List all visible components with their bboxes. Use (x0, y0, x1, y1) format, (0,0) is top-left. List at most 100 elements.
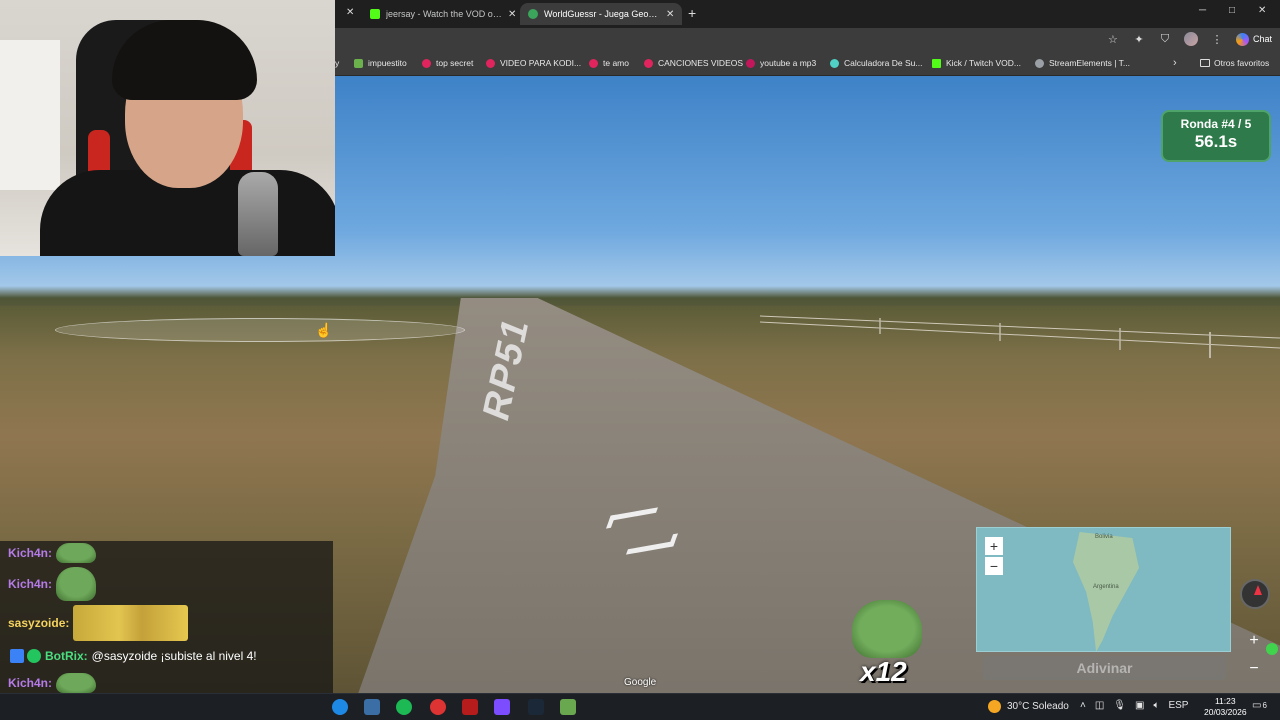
network-icon[interactable]: ◫ (1095, 700, 1104, 711)
volume-icon[interactable]: 🔈︎ (1153, 700, 1159, 711)
chat-text: @sasyzoide ¡subiste al nivel 4! (91, 649, 257, 663)
windows-taskbar: 30°C Soleado ˄ ◫ 🎙︎ ▣ 🔈︎ ESP 11:23 20/03… (0, 693, 1280, 720)
map-zoom-out-button[interactable]: − (985, 557, 1003, 575)
guess-button[interactable]: Adivinar (983, 656, 1226, 680)
new-tab-button[interactable]: + (688, 5, 696, 21)
bookmark-item[interactable]: Calculadora De Su... (830, 58, 922, 68)
close-window-button[interactable]: ✕ (1258, 5, 1266, 16)
weather-text: 30°C Soleado (1007, 701, 1069, 712)
bookmark-label: Calculadora De Su... (844, 58, 923, 68)
bookmark-label: impuestito (368, 58, 407, 68)
bookmark-item[interactable]: impuestito (354, 58, 407, 68)
tab-worldguessr[interactable]: WorldGuessr - Juega GeoGuessr gratis ✕ (520, 3, 683, 25)
extensions-icon[interactable]: ✦ (1132, 32, 1146, 46)
copilot-icon (1235, 32, 1249, 46)
compass-icon[interactable] (1240, 579, 1270, 609)
bookmark-label: youtube a mp3 (760, 58, 817, 68)
notification-icon: ▭ (1252, 700, 1262, 711)
browser-icon[interactable] (364, 699, 380, 715)
map-zoom-in-button[interactable]: + (985, 537, 1003, 555)
system-tray: ˄ ◫ 🎙︎ ▣ 🔈︎ ESP (1080, 700, 1188, 711)
round-info-panel: Ronda #4 / 5 56.1s (1161, 110, 1271, 162)
edge-icon[interactable] (332, 699, 348, 715)
bookmark-label: StreamElements | T... (1049, 58, 1130, 68)
folder-icon (1200, 59, 1210, 67)
bookmark-item[interactable]: top secret (422, 58, 473, 68)
background-window (0, 40, 60, 190)
chat-message: Kich4n: (8, 543, 97, 563)
screen: ✕ jeersay - Watch the VOD on Kick ✕ Worl… (0, 0, 1280, 720)
pepe-emote-icon (56, 543, 97, 563)
kick-icon (370, 9, 380, 19)
clock-time: 11:23 (1214, 696, 1236, 706)
display-icon[interactable]: ▣ (1135, 700, 1144, 711)
chat-username: Kich4n: (8, 577, 53, 591)
status-indicator (1266, 643, 1278, 655)
language-indicator[interactable]: ESP (1168, 700, 1188, 711)
spotify-icon[interactable] (396, 699, 412, 715)
tab-close-icon[interactable]: ✕ (346, 7, 354, 18)
bookmark-label: te amo (603, 58, 629, 68)
youtube-icon (422, 58, 431, 68)
bookmark-label: Kick / Twitch VOD... (946, 58, 1021, 68)
shield-icon[interactable]: ⛉ (1158, 32, 1172, 46)
maximize-button[interactable]: □ (1229, 5, 1235, 16)
chat-username: Kich4n: (8, 546, 53, 560)
discord-icon[interactable] (494, 699, 510, 715)
chat-label: Chat (1252, 34, 1272, 44)
sv-zoom-out-button[interactable]: − (1239, 660, 1269, 686)
bookmark-item[interactable]: VIDEO PARA KODI... (486, 58, 581, 68)
guess-minimap[interactable]: Bolivia Argentina (976, 527, 1231, 652)
map-label: Bolivia (1095, 534, 1113, 540)
youtube-icon (644, 58, 653, 68)
chat-username: Kich4n: (8, 676, 53, 690)
bookmark-item[interactable]: youtube a mp3 (746, 58, 816, 68)
bookmark-item[interactable]: Kick / Twitch VOD... (932, 58, 1021, 68)
chat-button[interactable]: Chat (1235, 32, 1272, 46)
youtube-icon (486, 58, 495, 68)
notifications-button[interactable]: ▭ 6 (1252, 700, 1267, 711)
chevron-up-icon[interactable]: ˄ (1080, 700, 1086, 711)
minecraft-icon[interactable] (560, 699, 576, 715)
bookmark-item[interactable]: CANCIONES VIDEOS (644, 58, 743, 68)
tab-label: jeersay - Watch the VOD on Kick (386, 9, 502, 19)
chat-username: BotRix: (45, 649, 88, 663)
tab-kick[interactable]: jeersay - Watch the VOD on Kick ✕ (362, 3, 524, 25)
pepe-emote-icon (56, 567, 97, 601)
clock[interactable]: 11:23 20/03/2026 (1204, 696, 1247, 718)
microphone-icon[interactable]: 🎙︎ (1113, 700, 1126, 711)
close-icon[interactable]: ✕ (666, 9, 674, 20)
minions-emote-icon (73, 605, 189, 641)
other-bookmarks-label: Otros favoritos (1214, 58, 1270, 68)
chat-message: Kich4n: (8, 567, 97, 601)
bot-badge-icon (10, 649, 24, 663)
sv-zoom-in-button[interactable]: + (1239, 632, 1269, 658)
kick-icon (932, 58, 941, 68)
bookmark-label: top secret (436, 58, 474, 68)
notification-count: 6 (1262, 701, 1267, 710)
bookmark-item[interactable]: StreamElements | T... (1035, 58, 1130, 68)
app-icon[interactable] (430, 699, 446, 715)
star-icon[interactable]: ☆ (1106, 32, 1120, 46)
steam-icon[interactable] (528, 699, 544, 715)
bookmark-icon (354, 58, 363, 68)
streamelements-icon (1035, 58, 1044, 68)
menu-dots-icon[interactable]: ⋮ (1210, 32, 1224, 46)
emote-combo-counter: x12 (860, 656, 907, 687)
minimize-button[interactable]: ─ (1199, 5, 1206, 16)
bookmark-label: VIDEO PARA KODI... (500, 58, 582, 68)
hand-cursor-icon: ☝ (315, 322, 333, 338)
voicemeeter-icon[interactable] (462, 699, 478, 715)
bookmarks-more-button[interactable]: › (1173, 57, 1177, 69)
pepe-emote-icon (56, 673, 97, 693)
treeline (0, 286, 1280, 306)
weather-widget[interactable]: 30°C Soleado (988, 700, 1069, 713)
bookmark-item[interactable]: te amo (589, 58, 629, 68)
bookmark-item[interactable]: y (335, 58, 339, 68)
close-icon[interactable]: ✕ (508, 9, 516, 20)
other-bookmarks-folder[interactable]: Otros favoritos (1200, 58, 1269, 68)
streamer-hair (112, 20, 257, 100)
profile-avatar[interactable] (1183, 32, 1198, 46)
sun-icon (988, 700, 1001, 713)
chat-message: Kich4n: (8, 673, 97, 693)
